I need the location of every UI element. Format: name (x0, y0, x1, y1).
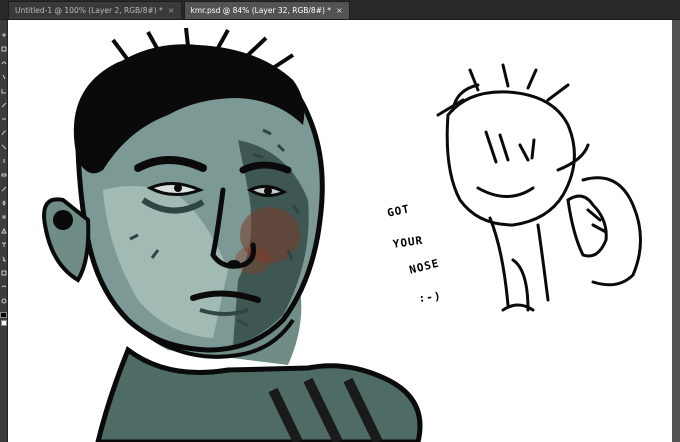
eraser-tool-icon[interactable] (1, 172, 7, 178)
type-tool-icon[interactable] (1, 242, 7, 248)
gradient-tool-icon[interactable] (1, 186, 7, 192)
close-icon[interactable]: × (336, 6, 343, 15)
healing-tool-icon[interactable] (1, 116, 7, 122)
eyedropper-tool-icon[interactable] (1, 102, 7, 108)
ear-gauge (53, 210, 73, 230)
path-select-tool-icon[interactable] (1, 256, 7, 262)
tab-label: kmr.psd @ 84% (Layer 32, RGB/8#) * (190, 6, 332, 15)
pupil-left (174, 184, 182, 192)
clone-stamp-tool-icon[interactable] (1, 144, 7, 150)
painting-artwork (42, 27, 642, 442)
tab-kmr-psd[interactable]: kmr.psd @ 84% (Layer 32, RGB/8#) * × (183, 1, 350, 19)
marquee-tool-icon[interactable] (1, 46, 7, 52)
pupil-right (264, 187, 272, 195)
tools-panel (0, 20, 8, 442)
cartoon-sketch (436, 63, 642, 312)
blur-tool-icon[interactable] (1, 200, 7, 206)
lasso-tool-icon[interactable] (1, 60, 7, 66)
tab-label: Untitled-1 @ 100% (Layer 2, RGB/8#) * (15, 6, 163, 15)
move-tool-icon[interactable] (1, 32, 7, 38)
close-icon[interactable]: × (168, 6, 175, 15)
handwriting-smiley: :-) (418, 289, 443, 305)
history-brush-tool-icon[interactable] (1, 158, 7, 164)
dodge-tool-icon[interactable] (1, 214, 7, 220)
crop-tool-icon[interactable] (1, 88, 7, 94)
tab-untitled-1[interactable]: Untitled-1 @ 100% (Layer 2, RGB/8#) * × (8, 1, 182, 19)
document-tab-bar: Untitled-1 @ 100% (Layer 2, RGB/8#) * × … (0, 0, 680, 20)
quick-select-tool-icon[interactable] (1, 74, 7, 80)
zoom-tool-icon[interactable] (1, 298, 7, 304)
background-color-swatch[interactable] (1, 320, 7, 326)
foreground-color-swatch[interactable] (0, 312, 7, 318)
hand-tool-icon[interactable] (1, 284, 7, 290)
document-canvas[interactable]: GOT YOUR NOSE :-) (8, 20, 672, 442)
pen-tool-icon[interactable] (1, 228, 7, 234)
shape-tool-icon[interactable] (1, 270, 7, 276)
nostril (228, 260, 240, 266)
canvas-scroll-gutter (672, 20, 680, 442)
brush-tool-icon[interactable] (1, 130, 7, 136)
